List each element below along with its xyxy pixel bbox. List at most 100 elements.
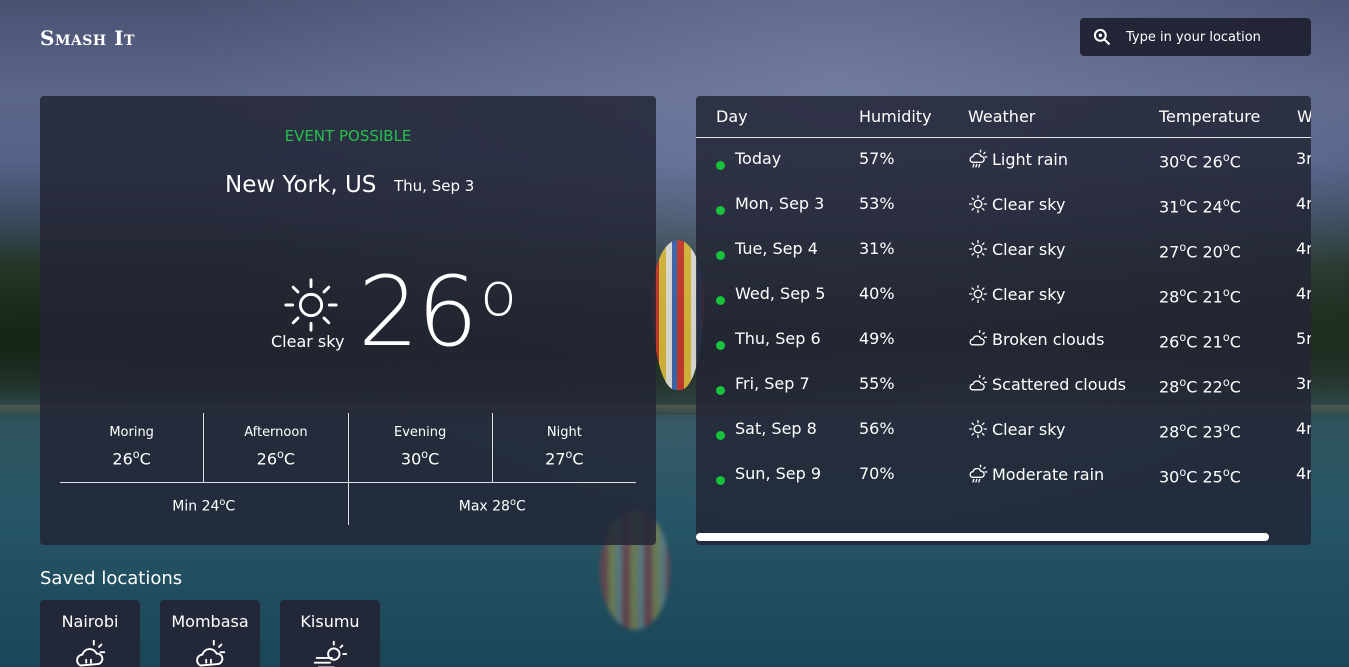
sun-icon [969, 195, 987, 213]
period-temp: 30oC [400, 448, 440, 469]
table-header: Day Humidity Weather Temperature W [696, 96, 1311, 138]
header-humidity: Humidity [859, 107, 932, 126]
row-temperature: 30oC 25oC [1159, 466, 1241, 487]
cloud-sun-icon [969, 330, 987, 346]
period-label: Night [546, 425, 582, 440]
saved-location-name: Kisumu [300, 612, 360, 631]
row-humidity: 70% [859, 464, 895, 483]
row-temperature: 31oC 24oC [1159, 196, 1241, 217]
location-search[interactable] [1080, 18, 1311, 56]
horizontal-scrollbar[interactable] [696, 533, 1311, 545]
event-status: EVENT POSSIBLE [284, 127, 412, 145]
row-weather: Clear sky [968, 194, 1065, 214]
table-row[interactable]: Sat, Sep 8 56% Clear sky 28oC 23oC 4r [696, 419, 1311, 464]
search-input[interactable] [1126, 29, 1306, 45]
row-day: Today [735, 149, 782, 168]
saved-location-kisumu[interactable]: Kisumu [280, 600, 380, 667]
row-wind: 4r [1296, 419, 1311, 438]
search-icon [1093, 28, 1111, 46]
wind-sun-icon [313, 640, 348, 667]
row-weather: Clear sky [968, 239, 1065, 259]
status-dot [716, 431, 725, 440]
period-night: Night 27oC [493, 413, 636, 482]
status-dot [716, 386, 725, 395]
period-label: Afternoon [244, 425, 308, 440]
row-day: Sun, Sep 9 [735, 464, 822, 483]
row-day: Sat, Sep 8 [735, 419, 817, 438]
row-day: Wed, Sep 5 [735, 284, 826, 303]
sun-icon [969, 240, 987, 258]
row-humidity: 40% [859, 284, 895, 303]
table-row[interactable]: Tue, Sep 4 31% Clear sky 27oC 20oC 4r [696, 239, 1311, 284]
current-date: Thu, Sep 3 [394, 177, 475, 195]
max-temp: Max 28oC [458, 497, 526, 515]
row-day: Thu, Sep 6 [735, 329, 821, 348]
row-temperature: 26oC 21oC [1159, 331, 1241, 352]
status-dot [716, 206, 725, 215]
table-row[interactable]: Thu, Sep 6 49% Broken clouds 26oC 21oC 5r [696, 329, 1311, 374]
status-dot [716, 251, 725, 260]
table-row[interactable]: Today 57% Light rain 30oC 26oC 3r [696, 149, 1311, 194]
sun-icon [969, 420, 987, 438]
min-max-temps: Min 24oC Max 28oC [60, 483, 636, 525]
header-temperature: Temperature [1159, 107, 1261, 126]
period-afternoon: Afternoon 26oC [204, 413, 349, 482]
row-humidity: 57% [859, 149, 895, 168]
table-row[interactable]: Mon, Sep 3 53% Clear sky 31oC 24oC 4r [696, 194, 1311, 239]
current-location: New York, US [225, 172, 377, 198]
cloud-sun-rain-icon [76, 639, 106, 667]
period-evening: Evening 30oC [349, 413, 493, 482]
saved-locations-list: Nairobi Mombasa Kisumu [40, 600, 380, 667]
row-wind: 4r [1296, 239, 1311, 258]
row-wind: 3r [1296, 149, 1311, 168]
scrollbar-thumb[interactable] [696, 533, 1269, 541]
row-wind: 4r [1296, 284, 1311, 303]
row-humidity: 31% [859, 239, 895, 258]
row-humidity: 49% [859, 329, 895, 348]
sun-icon [284, 278, 338, 332]
current-weather-card: EVENT POSSIBLE New York, US Thu, Sep 3 C… [40, 96, 656, 545]
row-temperature: 28oC 21oC [1159, 286, 1241, 307]
period-temp: 26oC [256, 448, 296, 469]
period-label: Evening [394, 425, 447, 440]
status-dot [716, 476, 725, 485]
status-dot [716, 296, 725, 305]
row-day: Fri, Sep 7 [735, 374, 810, 393]
row-humidity: 56% [859, 419, 895, 438]
row-day: Mon, Sep 3 [735, 194, 825, 213]
row-temperature: 27oC 20oC [1159, 241, 1241, 262]
saved-location-mombasa[interactable]: Mombasa [160, 600, 260, 667]
table-row[interactable]: Fri, Sep 7 55% Scattered clouds 28oC 22oC 3r [696, 374, 1311, 419]
saved-location-name: Nairobi [61, 612, 119, 631]
row-wind: 3r [1296, 374, 1311, 393]
row-temperature: 30oC 26oC [1159, 151, 1241, 172]
saved-location-name: Mombasa [171, 612, 249, 631]
row-humidity: 53% [859, 194, 895, 213]
cloud-sun-icon [969, 375, 987, 391]
row-weather: Broken clouds [968, 329, 1104, 349]
cloud-sun-rain-icon [196, 639, 226, 667]
period-temp: 27oC [545, 448, 584, 469]
row-wind: 5r [1296, 329, 1311, 348]
row-temperature: 28oC 22oC [1159, 376, 1241, 397]
status-dot [716, 341, 725, 350]
period-temp: 26oC [112, 448, 151, 469]
forecast-table[interactable]: Day Humidity Weather Temperature W Today… [696, 96, 1311, 545]
row-weather: Moderate rain [968, 464, 1104, 484]
row-weather: Scattered clouds [968, 374, 1126, 394]
day-periods: Moring 26oC Afternoon 26oC Evening 30oC … [60, 413, 636, 483]
row-day: Tue, Sep 4 [735, 239, 818, 258]
row-wind: 4r [1296, 194, 1311, 213]
min-temp: Min 24oC [60, 483, 349, 525]
row-weather: Light rain [968, 149, 1068, 169]
table-row[interactable]: Wed, Sep 5 40% Clear sky 28oC 21oC 4r [696, 284, 1311, 329]
header-wind: W [1297, 107, 1311, 126]
current-condition: Clear sky [271, 332, 345, 351]
app-logo[interactable]: Smash It [40, 26, 135, 50]
rain-cloud-icon [969, 464, 988, 483]
period-label: Moring [109, 425, 154, 440]
row-wind: 4r [1296, 464, 1311, 483]
table-row[interactable]: Sun, Sep 9 70% Moderate rain 30oC 25oC 4r [696, 464, 1311, 509]
saved-location-nairobi[interactable]: Nairobi [40, 600, 140, 667]
period-morning: Moring 26oC [60, 413, 205, 482]
